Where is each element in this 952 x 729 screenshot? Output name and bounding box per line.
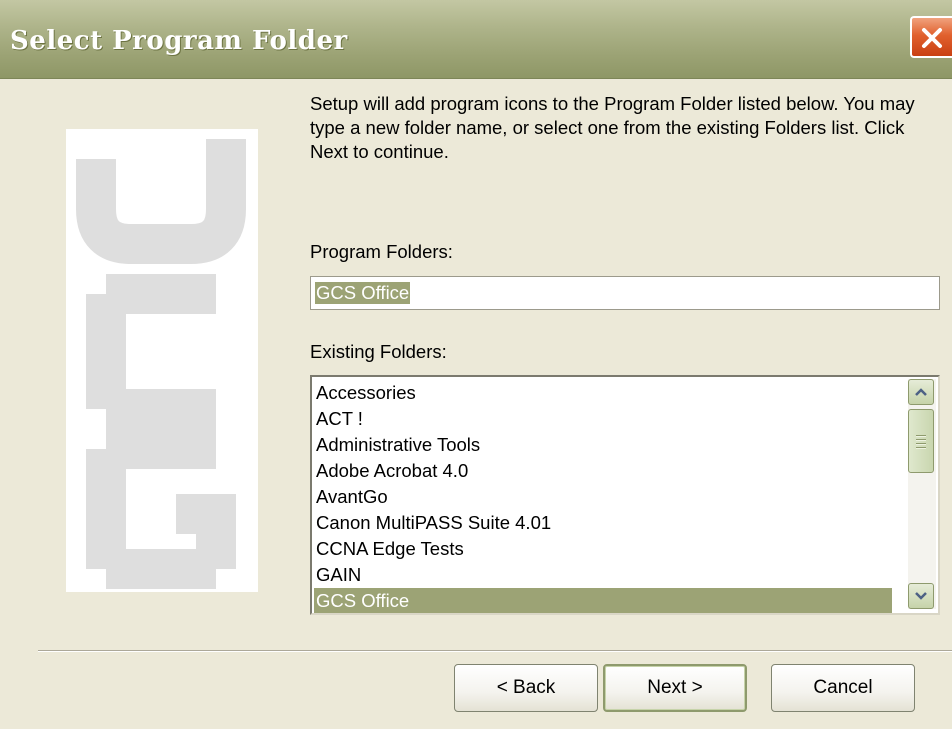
scroll-down-button[interactable] [908, 583, 934, 609]
back-button[interactable]: < Back [454, 664, 598, 712]
scroll-up-button[interactable] [908, 379, 934, 405]
existing-folders-items: Accessories ACT ! Administrative Tools A… [314, 380, 892, 613]
list-item[interactable]: Accessories [314, 380, 892, 406]
select-program-folder-dialog: Select Program Folder Setup will add pro… [0, 0, 952, 729]
chevron-down-icon [915, 592, 927, 600]
window-title: Select Program Folder [10, 26, 348, 56]
existing-folders-list[interactable]: Accessories ACT ! Administrative Tools A… [310, 375, 940, 615]
instructions-text: Setup will add program icons to the Prog… [310, 93, 915, 162]
list-item[interactable]: GAIN [314, 562, 892, 588]
gcs-logo [76, 139, 246, 589]
vertical-scrollbar[interactable] [908, 379, 936, 609]
list-item[interactable]: AvantGo [314, 484, 892, 510]
chevron-up-icon [915, 388, 927, 396]
list-item-selected[interactable]: GCS Office [314, 588, 892, 613]
separator-line [38, 650, 952, 652]
program-folder-value: GCS Office [315, 282, 411, 304]
existing-folders-label: Existing Folders: [310, 341, 447, 362]
list-item[interactable]: Canon MultiPASS Suite 4.01 [314, 510, 892, 536]
gcs-logo-panel [66, 129, 258, 592]
list-item[interactable]: ACT ! [314, 406, 892, 432]
dialog-body: Setup will add program icons to the Prog… [0, 79, 952, 729]
program-folders-label: Program Folders: [310, 241, 453, 262]
title-bar[interactable]: Select Program Folder [0, 0, 952, 79]
program-folder-input[interactable]: GCS Office [310, 276, 940, 310]
cancel-button[interactable]: Cancel [771, 664, 915, 712]
grip-icon [916, 435, 926, 451]
close-button[interactable] [910, 16, 952, 58]
scroll-thumb[interactable] [908, 409, 934, 473]
list-item[interactable]: CCNA Edge Tests [314, 536, 892, 562]
list-item[interactable]: Administrative Tools [314, 432, 892, 458]
list-item[interactable]: Adobe Acrobat 4.0 [314, 458, 892, 484]
close-icon [922, 28, 942, 48]
next-button[interactable]: Next > [603, 664, 747, 712]
